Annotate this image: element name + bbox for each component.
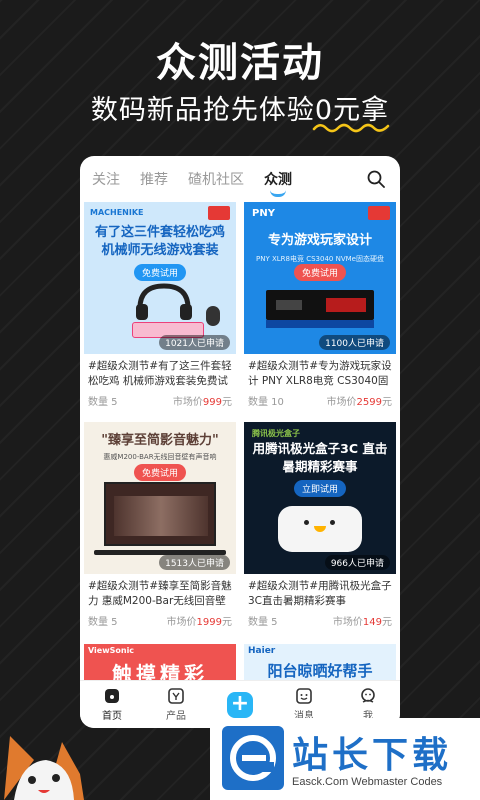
price-unit: 元: [382, 397, 392, 408]
squiggle-underline: [312, 123, 390, 133]
badge-icon: [208, 206, 230, 220]
price-value: 999: [202, 397, 222, 408]
card-title: #超级众测节#有了这三件套轻松吃鸡 机械师游戏套装免费试用: [88, 360, 232, 387]
hero-subtitle-prefix: 数码新品抢先体验: [90, 95, 315, 126]
price-unit: 元: [222, 617, 232, 628]
watermark-subtitle: Easck.Com Webmaster Codes: [292, 776, 443, 788]
product-card[interactable]: MACHENIKE 有了这三件套轻松吃鸡 机械师无线游戏套装 免费试用 1021…: [84, 202, 236, 416]
trial-button: 立即试用: [293, 480, 347, 497]
mouse-icon: [206, 306, 220, 326]
product-image[interactable]: 腾讯极光盒子 用腾讯极光盒子3C 直击暑期精彩赛事 立即试用 966人已申请: [244, 422, 396, 574]
product-card-peek[interactable]: Haier 阳台晾晒好帮手: [244, 644, 396, 680]
watermark: 站长下载 Easck.Com Webmaster Codes: [210, 718, 480, 800]
headset-icon: [136, 283, 192, 320]
app-screen: 关注 推荐 碴机社区 众测 MACHENIKE 有了这三件套轻松吃鸡 机械师无线…: [80, 156, 400, 728]
price-value: 1999: [196, 617, 222, 628]
ssd-icon: [266, 290, 374, 320]
profile-icon: [361, 688, 375, 703]
brand-logo: PNY: [252, 208, 275, 219]
brand-logo: MACHENIKE: [90, 208, 144, 217]
trial-button: 免费试用: [133, 464, 187, 481]
card-price: 市场价999元: [173, 393, 232, 408]
card-title: #超级众测节#专为游戏玩家设计 PNY XLR8电竞 CS3040固态硬盘: [248, 360, 392, 387]
nav-product[interactable]: 产品: [151, 687, 201, 722]
tab-follow[interactable]: 关注: [92, 169, 120, 189]
tab-crowdtest[interactable]: 众测: [264, 169, 292, 197]
card-title: #超级众测节#臻享至简影音魅力 惠威M200-Bar无线回音壁: [88, 580, 232, 607]
tv-box-icon: [278, 506, 362, 552]
image-headline: 有了这三件套轻松吃鸡 机械师无线游戏套装: [94, 225, 225, 258]
ssd-box: [266, 320, 374, 328]
price-unit: 元: [382, 617, 392, 628]
nav-publish[interactable]: +: [215, 691, 265, 718]
applicant-count: 1100人已申请: [319, 335, 390, 350]
card-quantity: 数量 5: [248, 617, 278, 628]
price-label: 市场价: [326, 397, 357, 408]
hero-title: 众测活动: [156, 40, 324, 86]
card-quantity: 数量 5: [88, 617, 118, 628]
nav-product-label: 产品: [166, 711, 186, 722]
peek-headline: 阳台晾晒好帮手: [267, 662, 373, 680]
product-card[interactable]: 腾讯极光盒子 用腾讯极光盒子3C 直击暑期精彩赛事 立即试用 966人已申请 #…: [244, 422, 396, 636]
hero-subtitle: 数码新品抢先体验0元拿: [0, 88, 480, 127]
price-label: 市场价: [172, 397, 203, 408]
brand-logo: 腾讯极光盒子: [252, 429, 300, 438]
watermark-title: 站长下载: [292, 735, 453, 776]
tv-screen-icon: [104, 482, 216, 546]
product-icon: [168, 688, 184, 704]
card-title: #超级众测节#用腾讯极光盒子3C直击暑期精彩赛事: [248, 580, 392, 607]
nav-profile[interactable]: 我: [343, 687, 393, 722]
product-image[interactable]: "臻享至简影音魅力" 惠威M200-BAR无线回音壁有声音响 免费试用 1513…: [84, 422, 236, 574]
nav-home-label: 首页: [102, 711, 122, 722]
card-price: 市场价149元: [333, 613, 392, 628]
product-image[interactable]: MACHENIKE 有了这三件套轻松吃鸡 机械师无线游戏套装 免费试用 1021…: [84, 202, 236, 354]
badge-icon: [368, 206, 390, 220]
tab-recommend[interactable]: 推荐: [140, 169, 168, 189]
price-unit: 元: [222, 397, 232, 408]
tab-community[interactable]: 碴机社区: [188, 169, 244, 189]
card-quantity: 数量 10: [248, 397, 284, 408]
product-grid: MACHENIKE 有了这三件套轻松吃鸡 机械师无线游戏套装 免费试用 1021…: [84, 202, 396, 636]
product-image[interactable]: PNY 专为游戏玩家设计 PNY XLR8电竞 CS3040 NVMe固态硬盘 …: [244, 202, 396, 354]
product-card[interactable]: PNY 专为游戏玩家设计 PNY XLR8电竞 CS3040 NVMe固态硬盘 …: [244, 202, 396, 416]
peek-headline: 触摸精彩: [112, 662, 208, 680]
message-icon: [296, 688, 312, 704]
image-subline: 惠威M200-BAR无线回音壁有声音响: [103, 453, 217, 461]
fox-mascot-icon: [4, 736, 84, 800]
product-card[interactable]: "臻享至简影音魅力" 惠威M200-BAR无线回音壁有声音响 免费试用 1513…: [84, 422, 236, 636]
brand-logo: ViewSonic: [88, 646, 135, 655]
image-headline: "臻享至简影音魅力": [101, 433, 219, 448]
watermark-logo-icon: [222, 726, 284, 790]
applicant-count: 1021人已申请: [159, 335, 230, 350]
applicant-count: 966人已申请: [324, 555, 390, 570]
trial-button: 免费试用: [133, 264, 187, 281]
product-card-peek[interactable]: ViewSonic 触摸精彩: [84, 644, 236, 680]
price-label: 市场价: [332, 617, 363, 628]
price-value: 2599: [356, 397, 382, 408]
search-icon[interactable]: [366, 169, 386, 189]
home-icon: [105, 689, 119, 703]
nav-messages[interactable]: 消息: [279, 687, 329, 722]
image-subline: PNY XLR8电竞 CS3040 NVMe固态硬盘: [256, 255, 384, 263]
trial-button: 免费试用: [293, 264, 347, 281]
card-price: 市场价1999元: [167, 613, 232, 628]
image-headline: 用腾讯极光盒子3C 直击暑期精彩赛事: [252, 441, 388, 474]
image-headline: 专为游戏玩家设计: [267, 233, 372, 248]
card-price: 市场价2599元: [327, 393, 392, 408]
next-row-preview: ViewSonic 触摸精彩 Haier 阳台晾晒好帮手: [84, 644, 396, 680]
applicant-count: 1513人已申请: [159, 555, 230, 570]
plus-icon: +: [227, 691, 253, 718]
brand-logo: Haier: [248, 646, 276, 656]
top-tabs: 关注 推荐 碴机社区 众测: [80, 156, 400, 202]
card-quantity: 数量 5: [88, 397, 118, 408]
nav-home[interactable]: 首页: [87, 687, 137, 722]
price-label: 市场价: [166, 617, 197, 628]
price-value: 149: [362, 617, 382, 628]
